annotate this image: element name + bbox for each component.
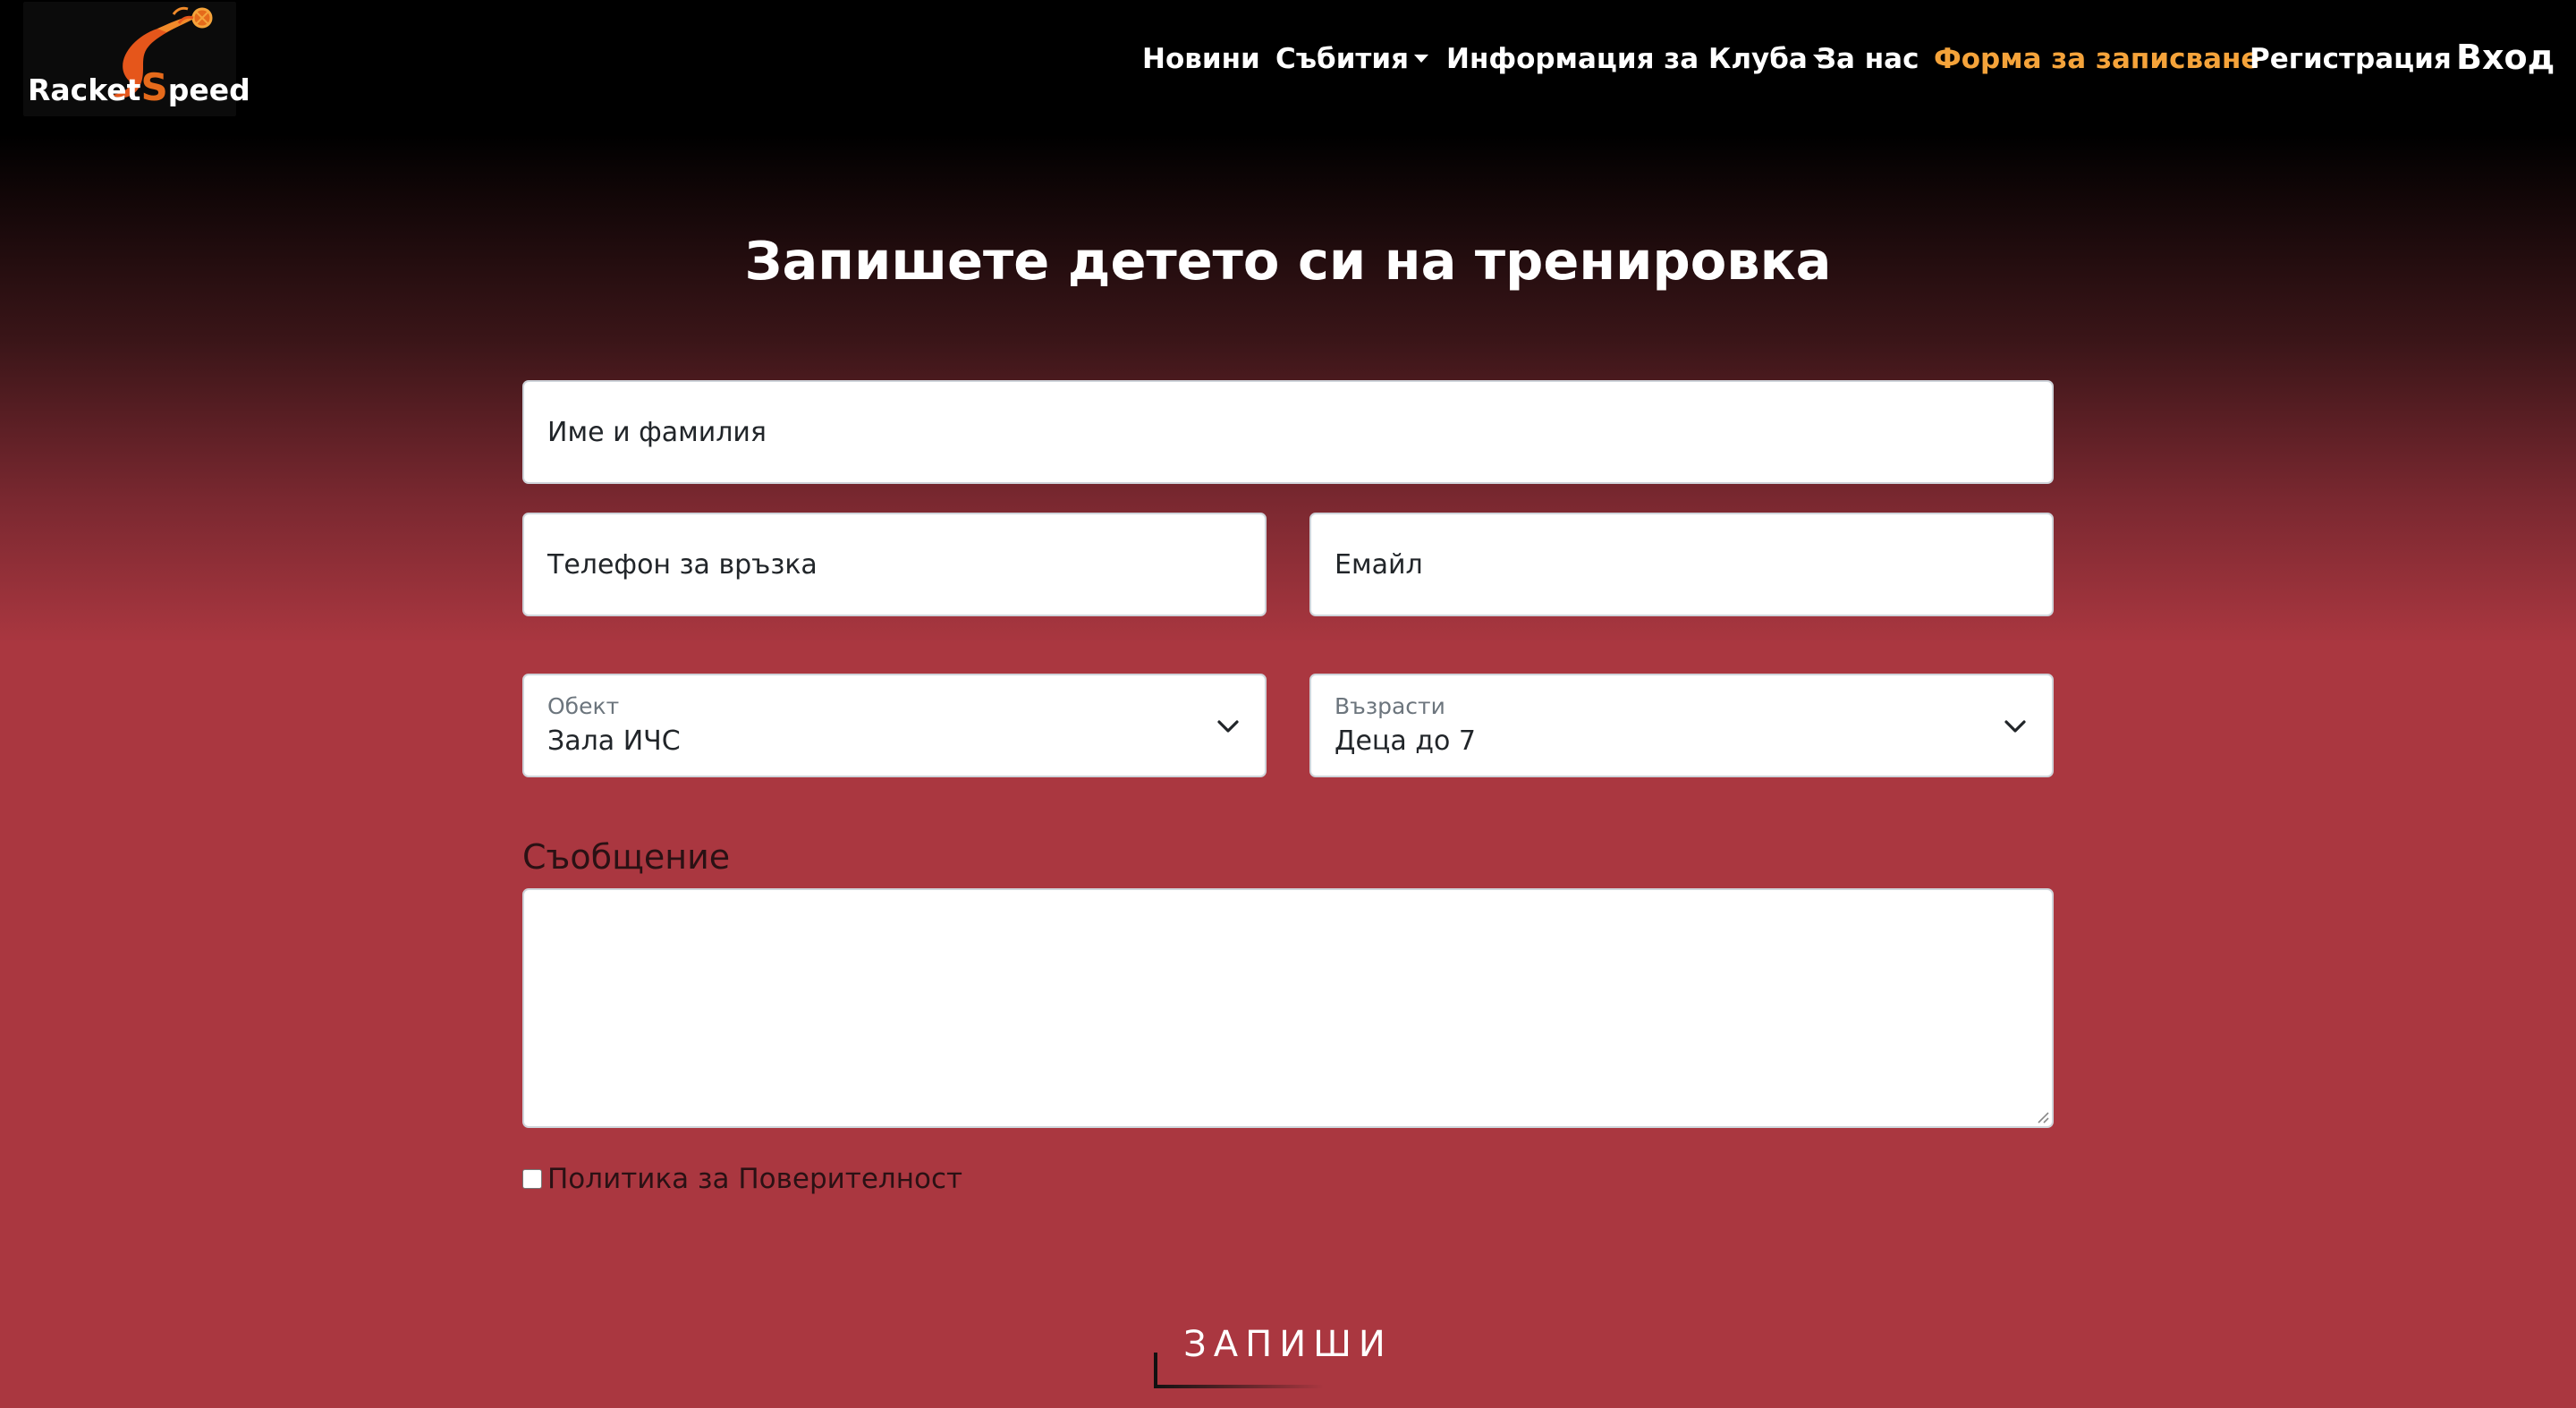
name-field-placeholder: Име и фамилия xyxy=(547,416,767,448)
email-field[interactable]: Емайл xyxy=(1309,513,2054,616)
age-select[interactable]: Възрасти Деца до 7 xyxy=(1309,674,2054,777)
logo-text: RacketSpeed xyxy=(28,65,250,109)
nav-item-events[interactable]: Събития xyxy=(1275,38,1429,81)
navbar: RacketSpeed Новини Събития Информация за… xyxy=(0,0,2576,118)
venue-select-value: Зала ИЧС xyxy=(547,725,681,757)
resize-grip-icon[interactable] xyxy=(2035,1109,2049,1124)
email-field-placeholder: Емайл xyxy=(1335,548,1423,581)
nav-item-club-info[interactable]: Информация за Клуба xyxy=(1446,38,1827,81)
privacy-checkbox[interactable] xyxy=(522,1169,542,1189)
submit-border-left xyxy=(1154,1353,1157,1388)
submit-button[interactable]: ЗАПИШИ xyxy=(1154,1313,1422,1388)
venue-select-label: Обект xyxy=(547,693,620,719)
nav-item-events-label: Събития xyxy=(1275,43,1410,75)
message-label: Съобщение xyxy=(522,837,731,877)
nav-item-register[interactable]: Регистрация xyxy=(2250,38,2452,81)
nav-item-club-info-label: Информация за Клуба xyxy=(1446,43,1808,75)
nav-item-signup-form[interactable]: Форма за записване xyxy=(1934,38,2259,81)
submit-border-bottom xyxy=(1154,1385,1324,1388)
submit-button-label: ЗАПИШИ xyxy=(1183,1324,1393,1365)
privacy-label[interactable]: Политика за Поверителност xyxy=(547,1163,962,1195)
chevron-down-icon xyxy=(1217,720,1239,733)
chevron-down-icon xyxy=(2004,720,2026,733)
name-field[interactable]: Име и фамилия xyxy=(522,380,2054,484)
phone-field[interactable]: Телефон за връзка xyxy=(522,513,1267,616)
message-textarea[interactable] xyxy=(522,888,2054,1128)
nav-item-news[interactable]: Новини xyxy=(1142,38,1260,81)
age-select-label: Възрасти xyxy=(1335,693,1445,719)
nav-item-login[interactable]: Вход xyxy=(2456,36,2555,79)
nav-item-about[interactable]: За нас xyxy=(1817,38,1919,81)
brand-logo[interactable]: RacketSpeed xyxy=(23,2,250,116)
privacy-policy-row: Политика за Поверителност xyxy=(522,1161,962,1197)
page-title: Запишете детето си на тренировка xyxy=(744,230,1832,292)
phone-field-placeholder: Телефон за връзка xyxy=(547,548,818,581)
dropdown-caret-icon xyxy=(1414,55,1429,63)
age-select-value: Деца до 7 xyxy=(1335,725,1476,757)
venue-select[interactable]: Обект Зала ИЧС xyxy=(522,674,1267,777)
